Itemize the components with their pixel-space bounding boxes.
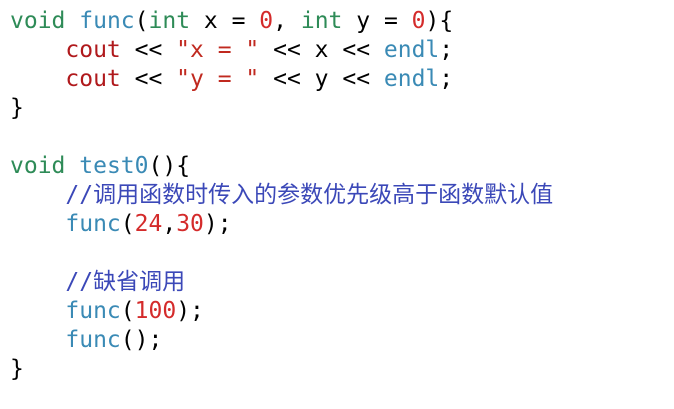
function-token: func <box>65 298 121 324</box>
function-token: func <box>65 327 121 353</box>
keyword-token: void <box>10 8 66 34</box>
number-token: 30 <box>176 211 204 237</box>
code-line: } <box>10 94 553 123</box>
code-text: x = <box>190 8 260 34</box>
function-token: endl <box>383 37 440 63</box>
code-text: << y << <box>259 66 384 92</box>
code-text: } <box>10 95 24 121</box>
keyword-token: int <box>148 8 191 34</box>
code-text: ( <box>120 298 135 324</box>
code-text: (){ <box>148 153 191 179</box>
comment-token: //缺省调用 <box>65 269 186 295</box>
code-block: void func(int x = 0, int y = 0){ cout <<… <box>10 7 553 384</box>
code-line: func(); <box>10 326 553 355</box>
code-text: << x << <box>259 37 384 63</box>
code-text: ( <box>134 8 149 34</box>
code-text: , <box>273 8 301 34</box>
code-text: ); <box>176 298 204 324</box>
code-editor: void func(int x = 0, int y = 0){ cout <<… <box>0 0 674 409</box>
code-text: ){ <box>425 8 454 34</box>
number-token: 100 <box>134 298 177 324</box>
code-text: << <box>120 37 177 63</box>
identifier-token: cout <box>65 37 121 63</box>
string-token: "x = " <box>176 37 260 63</box>
number-token: 0 <box>411 8 426 34</box>
code-text: , <box>162 211 177 237</box>
code-text: y = <box>342 8 412 34</box>
code-line: func(100); <box>10 297 553 326</box>
keyword-token: int <box>300 8 343 34</box>
function-token: func <box>65 211 121 237</box>
identifier-token: cout <box>65 66 121 92</box>
code-text: (); <box>120 327 163 353</box>
function-token: func <box>79 8 135 34</box>
string-token: "y = " <box>176 66 260 92</box>
code-text: ( <box>120 211 135 237</box>
code-line: //调用函数时传入的参数优先级高于函数默认值 <box>10 181 553 210</box>
function-token: test0 <box>79 153 149 179</box>
code-line: void func(int x = 0, int y = 0){ <box>10 7 553 36</box>
code-text: ; <box>439 37 454 63</box>
code-text: ; <box>439 66 454 92</box>
comment-token: //调用函数时传入的参数优先级高于函数默认值 <box>65 182 554 208</box>
number-token: 0 <box>259 8 274 34</box>
code-line: //缺省调用 <box>10 268 553 297</box>
keyword-token: void <box>10 153 66 179</box>
code-text: } <box>10 356 24 382</box>
code-line: func(24,30); <box>10 210 553 239</box>
function-token: endl <box>383 66 440 92</box>
code-line: void test0(){ <box>10 152 553 181</box>
number-token: 24 <box>134 211 163 237</box>
code-line: cout << "x = " << x << endl; <box>10 36 553 65</box>
code-text: << <box>120 66 177 92</box>
code-text: ); <box>203 211 232 237</box>
code-line: cout << "y = " << y << endl; <box>10 65 553 94</box>
code-line: } <box>10 355 553 384</box>
